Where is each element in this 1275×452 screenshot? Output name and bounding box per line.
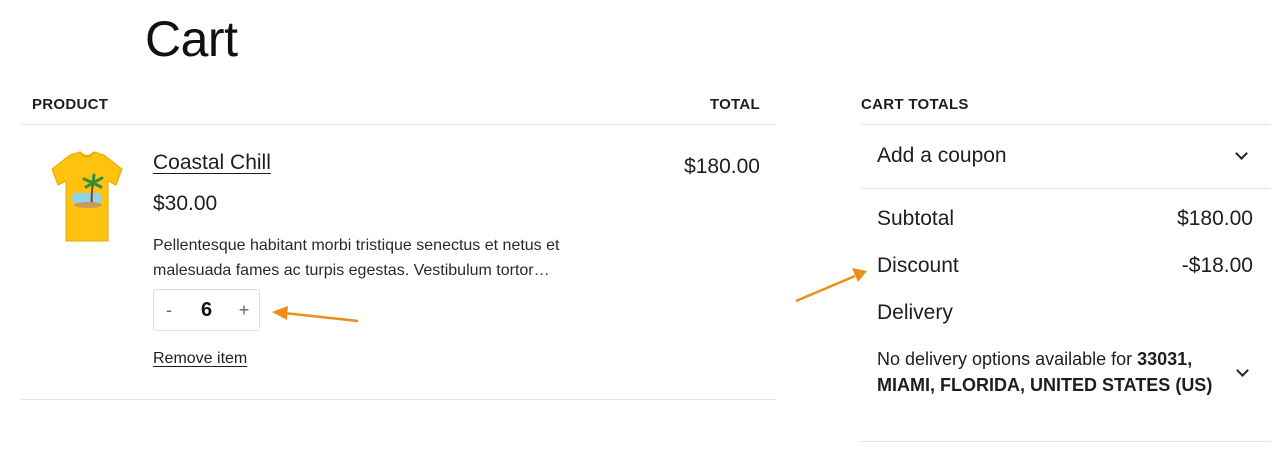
delivery-label: Delivery xyxy=(877,301,953,324)
total-column-header: TOTAL xyxy=(709,96,760,113)
coupon-label: Add a coupon xyxy=(877,144,1007,167)
quantity-increase-button[interactable]: + xyxy=(229,290,259,330)
cart-totals-title: CART TOTALS xyxy=(861,96,969,113)
quantity-decrease-button[interactable]: - xyxy=(154,290,184,330)
discount-value: -$18.00 xyxy=(1181,254,1253,277)
remove-item-link[interactable]: Remove item xyxy=(153,350,247,368)
subtotal-label: Subtotal xyxy=(877,207,955,230)
coupon-toggle[interactable]: Add a coupon xyxy=(861,125,1270,189)
chevron-down-icon xyxy=(1235,147,1248,160)
print-sand xyxy=(74,202,102,208)
cart-totals-header: CART TOTALS xyxy=(861,96,1270,125)
page-title: Cart xyxy=(145,11,238,67)
product-column-header: PRODUCT xyxy=(32,96,109,113)
quantity-stepper: - + xyxy=(153,289,260,331)
subtotal-value: $180.00 xyxy=(1177,207,1253,230)
cart-item-row: Coastal Chill $30.00 Pellentesque habita… xyxy=(21,125,775,400)
line-total: $180.00 xyxy=(684,155,760,178)
discount-label: Discount xyxy=(877,254,959,277)
arrow-to-discount-icon xyxy=(795,268,867,303)
cart-table-header: PRODUCT TOTAL xyxy=(21,96,775,125)
quantity-input[interactable] xyxy=(184,296,229,324)
product-name-link[interactable]: Coastal Chill xyxy=(153,151,271,175)
delivery-message: No delivery options available for 33031,… xyxy=(877,346,1237,398)
product-description: Pellentesque habitant morbi tristique se… xyxy=(153,237,560,279)
delivery-message-prefix: No delivery options available for xyxy=(877,349,1138,369)
print-ground xyxy=(72,193,102,203)
product-thumbnail-image[interactable] xyxy=(48,149,126,245)
totals-divider xyxy=(861,441,1270,442)
product-unit-price: $30.00 xyxy=(153,192,218,215)
delivery-chevron-down-icon[interactable] xyxy=(1236,364,1249,377)
